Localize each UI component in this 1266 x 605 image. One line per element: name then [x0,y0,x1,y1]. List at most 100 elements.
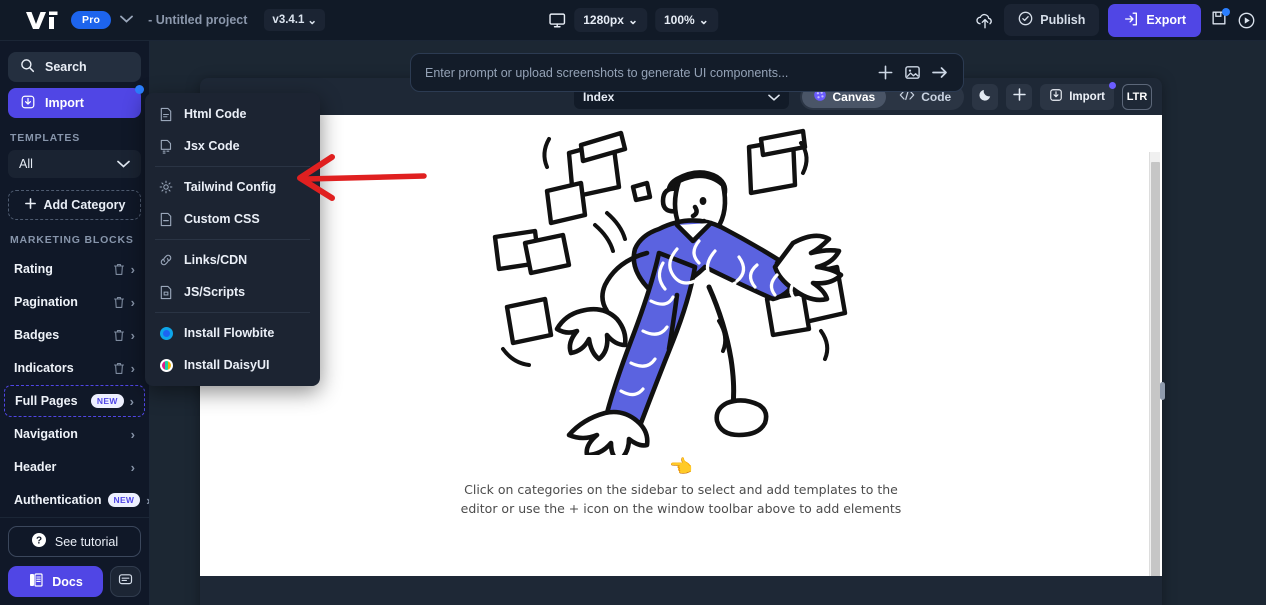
chevron-right-icon: › [130,327,135,343]
canvas-import-label: Import [1069,90,1105,103]
menu-item-label: Install DaisyUI [184,358,270,372]
zoom-selector[interactable]: 100% ⌄ [655,8,718,32]
delete-icon[interactable] [113,263,125,276]
html-file-icon [159,107,173,122]
prompt-placeholder[interactable]: Enter prompt or upload screenshots to ge… [425,66,867,80]
canvas-helper-text: Click on categories on the sidebar to se… [200,480,1162,519]
canvas-import-dot [1109,81,1116,89]
header-right-group: Publish Export [975,3,1256,37]
jsx-file-icon [159,139,173,154]
add-element-button[interactable] [1006,83,1033,110]
red-pointer-arrow [288,152,428,207]
menu-item-label: Links/CDN [184,253,248,267]
menu-item-links-cdn[interactable]: Links/CDN [145,244,320,276]
css-file-icon [159,212,173,227]
templates-section-label: TEMPLATES [10,132,81,144]
canvas-import-button[interactable]: Import [1040,81,1116,110]
sidebar-block-navigation[interactable]: Navigation › [4,418,145,450]
header-left-group: Pro - Untitled project v3.4.1 ⌄ [0,9,326,31]
docs-row: Docs [8,566,141,597]
save-notification-dot [1222,7,1230,16]
sidebar-block-authentication[interactable]: Authentication NEW › [4,484,149,516]
menu-separator [155,239,310,240]
canvas-resize-handle[interactable] [1160,382,1165,400]
plus-icon[interactable] [877,64,894,81]
new-badge: NEW [90,394,124,408]
cloud-upload-icon[interactable] [975,11,995,30]
sidebar-block-full-pages[interactable]: Full Pages NEW › [4,385,145,417]
add-category-label: Add Category [43,198,126,212]
viewport-width-selector[interactable]: 1280px ⌄ [574,8,647,32]
sidebar-block-pagination[interactable]: Pagination › [4,286,145,318]
monitor-icon[interactable] [548,11,566,29]
docs-button[interactable]: Docs [8,566,103,597]
sidebar-block-header[interactable]: Header › [4,451,145,483]
play-circle-icon[interactable] [1237,11,1256,30]
download-icon [20,94,36,113]
viewport-caret: ⌄ [627,13,638,27]
menu-item-html-code[interactable]: Html Code [145,98,320,130]
helper-line-1: Click on categories on the sidebar to se… [464,482,898,497]
menu-separator [155,166,310,167]
template-category-value: All [19,157,33,171]
publish-label: Publish [1040,13,1086,27]
delete-icon[interactable] [113,329,125,342]
chevron-down-icon[interactable] [120,15,134,26]
moon-icon [978,87,993,107]
project-title: - Untitled project [148,13,248,27]
daisyui-logo-icon [159,358,173,372]
delete-icon[interactable] [113,296,125,309]
menu-item-label: Jsx Code [184,139,240,153]
zoom-caret: ⌄ [698,13,709,27]
sidebar-block-indicators[interactable]: Indicators › [4,352,145,384]
see-tutorial-button[interactable]: ? See tutorial [8,526,141,557]
text-direction-button[interactable]: LTR [1122,83,1152,110]
marketing-blocks-list: Rating › Pagination › Badges › Indicators › Full… [0,252,149,517]
menu-item-install-daisyui[interactable]: Install DaisyUI [145,349,320,381]
docs-label: Docs [52,574,83,589]
plus-icon [24,197,37,213]
block-label: Rating [14,262,53,276]
ai-prompt-bar[interactable]: Enter prompt or upload screenshots to ge… [410,53,964,92]
block-label: Badges [14,328,60,342]
export-arrow-icon [1123,11,1139,30]
vi-logo[interactable] [24,10,62,31]
theme-toggle-button[interactable] [972,83,999,110]
chevron-right-icon: › [130,261,135,277]
chat-icon [118,572,133,592]
template-category-select[interactable]: All [8,150,141,178]
search-button[interactable]: Search [8,52,141,82]
menu-item-label: Html Code [184,107,247,121]
delete-icon[interactable] [113,362,125,375]
see-tutorial-label: See tutorial [54,534,119,549]
canvas-scrollbar[interactable] [1149,152,1160,576]
pointing-hand-emoji: 👈 [669,457,693,478]
image-icon[interactable] [904,64,921,81]
sidebar-block-rating[interactable]: Rating › [4,253,145,285]
menu-item-label: JS/Scripts [184,285,246,299]
add-category-button[interactable]: Add Category [8,190,141,220]
link-icon [159,253,173,267]
svg-text:?: ? [36,536,42,547]
search-icon [20,58,35,76]
chat-button[interactable] [110,566,141,597]
book-icon [28,572,44,591]
menu-item-js-scripts[interactable]: JS/Scripts [145,276,320,308]
menu-item-custom-css[interactable]: Custom CSS [145,203,320,235]
publish-button[interactable]: Publish [1004,4,1100,36]
block-label: Full Pages [15,394,78,408]
block-label: Authentication [14,493,102,507]
version-label: v3.4.1 [272,14,305,26]
chevron-down-icon [117,157,130,171]
save-button[interactable] [1210,7,1230,32]
sidebar-block-badges[interactable]: Badges › [4,319,145,351]
helper-line-2: editor or use the + icon on the window t… [460,501,902,517]
version-selector[interactable]: v3.4.1 ⌄ [264,9,326,31]
canvas-scrollbar-thumb[interactable] [1151,162,1160,576]
question-circle-icon: ? [31,532,47,551]
sidebar-import-button[interactable]: Import [8,85,144,118]
export-button[interactable]: Export [1108,3,1201,37]
menu-item-install-flowbite[interactable]: Install Flowbite [145,317,320,349]
arrow-right-icon[interactable] [931,65,949,80]
code-options-menu: Html Code Jsx Code Tailwind Config Custom C… [145,93,320,386]
